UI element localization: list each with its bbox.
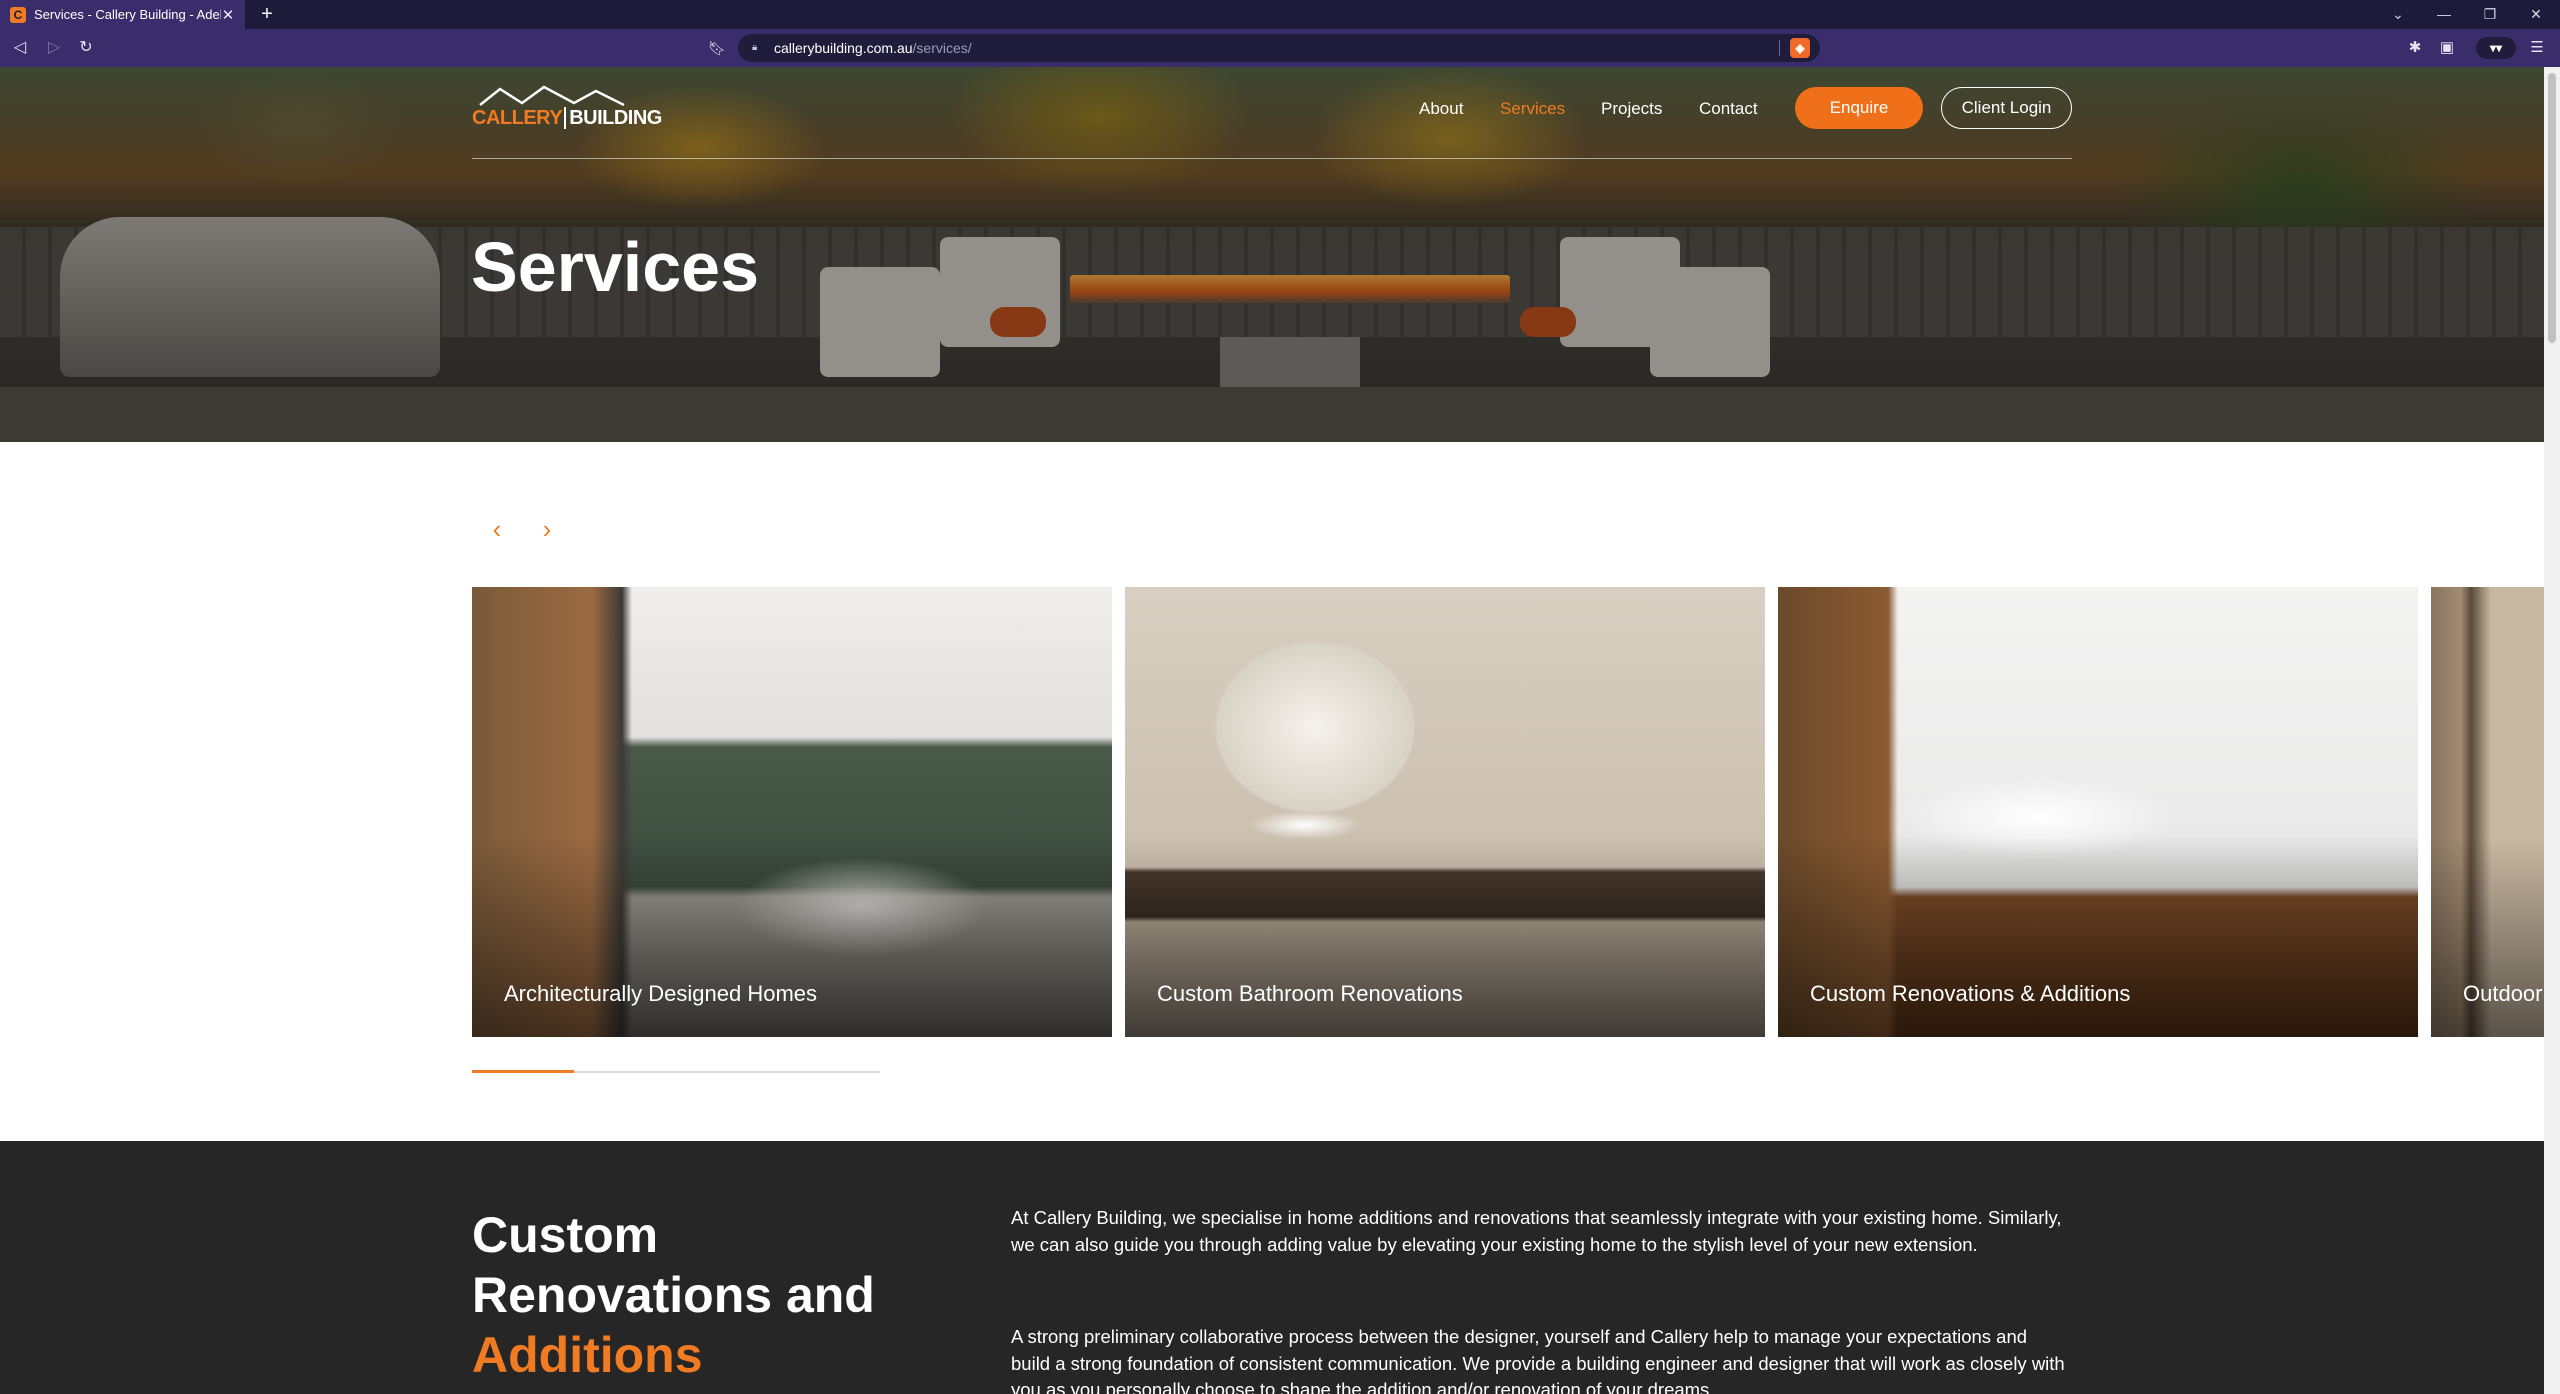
profile-button[interactable]: ▾▾: [2476, 37, 2516, 59]
enquire-button[interactable]: Enquire: [1795, 87, 1923, 129]
menu-icon[interactable]: ☰: [2526, 37, 2548, 59]
service-card[interactable]: Outdoor: [2431, 587, 2544, 1037]
service-card[interactable]: Custom Bathroom Renovations: [1125, 587, 1765, 1037]
service-card-overlay: [2431, 837, 2544, 1037]
nav-projects[interactable]: Projects: [1601, 99, 1662, 119]
hero-banner: CALLERY BUILDING About Services Projects …: [0, 67, 2544, 442]
chevron-right-icon[interactable]: ›: [532, 514, 562, 544]
browser-tab-active[interactable]: C Services - Callery Building - Adelaide…: [0, 0, 245, 29]
service-card-overlay: [1778, 837, 2418, 1037]
logo-part-callery: CALLERY: [472, 107, 563, 129]
chevron-left-icon[interactable]: ‹: [482, 514, 512, 544]
back-button[interactable]: ◁: [8, 36, 32, 60]
bookmark-icon[interactable]: 🔖︎: [708, 37, 726, 59]
section-heading: Custom Renovations and Additions: [472, 1205, 972, 1385]
url-path: /services/: [912, 40, 972, 56]
restore-button[interactable]: ❐: [2470, 0, 2510, 29]
tab-search-chevron-icon[interactable]: ⌄: [2378, 0, 2418, 29]
extensions-icon[interactable]: ✱: [2404, 37, 2426, 59]
service-card[interactable]: Architecturally Designed Homes: [472, 587, 1112, 1037]
browser-toolbar: ◁ ▷ ↻ 🔖︎ 🔒︎ callerybuilding.com.au /serv…: [0, 29, 2560, 67]
client-login-button[interactable]: Client Login: [1941, 87, 2072, 129]
section-paragraph: A strong preliminary collaborative proce…: [1011, 1326, 2065, 1394]
section-heading-accent: Additions: [472, 1327, 703, 1383]
slider-progress-fill: [472, 1070, 574, 1073]
brave-shield-icon[interactable]: ◈: [1790, 38, 1810, 58]
hero-overlay: [0, 67, 2544, 442]
address-bar[interactable]: 🔒︎ callerybuilding.com.au /services/ ◈: [738, 34, 1820, 62]
logo-roof-icon: [479, 85, 625, 107]
service-card-label: Custom Renovations & Additions: [1810, 981, 2131, 1006]
service-card-label: Outdoor: [2463, 981, 2543, 1006]
service-card-label: Custom Bathroom Renovations: [1157, 981, 1463, 1006]
url-host: callerybuilding.com.au: [774, 40, 913, 56]
tab-title: Services - Callery Building - Adelaide: [34, 7, 221, 22]
new-tab-button[interactable]: +: [256, 3, 278, 25]
nav-about[interactable]: About: [1419, 99, 1463, 119]
section-paragraph: At Callery Building, we specialise in ho…: [1011, 1207, 2062, 1255]
address-separator: [1779, 40, 1780, 56]
browser-tab-bar: C Services - Callery Building - Adelaide…: [0, 0, 2560, 29]
site-logo[interactable]: CALLERY BUILDING: [472, 85, 662, 135]
page-title: Services: [471, 228, 760, 306]
slider-progress-track[interactable]: [472, 1070, 880, 1073]
minimize-button[interactable]: —: [2424, 0, 2464, 29]
service-description-section: Custom Renovations and Additions At Call…: [0, 1141, 2544, 1394]
section-heading-plain: Custom Renovations and: [472, 1207, 875, 1323]
page-scrollbar-thumb[interactable]: [2548, 73, 2556, 343]
forward-button[interactable]: ▷: [42, 36, 66, 60]
service-card-overlay: [472, 837, 1112, 1037]
lock-icon: 🔒︎: [752, 42, 758, 53]
sidebar-icon[interactable]: ▣: [2436, 37, 2458, 59]
page-scrollbar[interactable]: [2544, 67, 2560, 1394]
page-viewport: CALLERY BUILDING About Services Projects …: [0, 67, 2544, 1394]
service-card-label: Architecturally Designed Homes: [504, 981, 818, 1006]
logo-wordmark: CALLERY BUILDING: [472, 107, 662, 130]
site-favicon-icon: C: [10, 6, 26, 23]
logo-part-building: BUILDING: [564, 107, 662, 129]
nav-divider: [472, 158, 2072, 159]
nav-services[interactable]: Services: [1500, 99, 1565, 119]
service-card[interactable]: Custom Renovations & Additions: [1778, 587, 2418, 1037]
nav-contact[interactable]: Contact: [1699, 99, 1758, 119]
reload-button[interactable]: ↻: [74, 36, 98, 60]
close-tab-icon[interactable]: ✕: [221, 6, 235, 24]
service-card-overlay: [1125, 837, 1765, 1037]
close-window-button[interactable]: ✕: [2516, 0, 2556, 29]
